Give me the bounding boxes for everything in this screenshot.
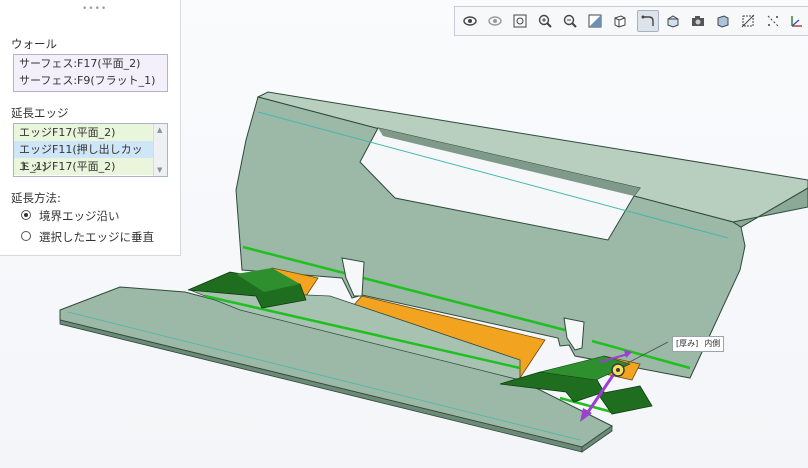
zoom-in-icon[interactable] <box>534 10 556 32</box>
box-view-icon[interactable] <box>609 10 631 32</box>
list-item[interactable]: エッジF17(平面_2) <box>14 158 153 175</box>
saved-views-icon[interactable] <box>662 10 684 32</box>
display-style-icon[interactable] <box>712 10 734 32</box>
method-option-label: 選択したエッジに垂直 <box>39 230 154 244</box>
method-option-label: 境界エッジ沿い <box>39 209 120 223</box>
sketch-icon[interactable] <box>637 10 659 32</box>
wall-list[interactable]: サーフェス:F17(平面_2) サーフェス:F9(フラット_1) <box>13 54 168 92</box>
axis-icon[interactable] <box>762 10 784 32</box>
side-label: 内側 <box>704 339 721 348</box>
view-hide-icon[interactable] <box>484 10 506 32</box>
view-eye-icon[interactable] <box>459 10 481 32</box>
panel-grip[interactable]: •••• <box>82 4 107 14</box>
property-panel: •••• ウォール サーフェス:F17(平面_2) サーフェス:F9(フラット_… <box>0 0 181 256</box>
zoom-fit-icon[interactable] <box>509 10 531 32</box>
scroll-up-icon[interactable]: ▲ <box>157 126 162 134</box>
thickness-callout[interactable]: [厚み] 内側 <box>672 336 725 352</box>
view-toolbar <box>454 6 808 36</box>
wall-label: ウォール <box>11 37 57 51</box>
edge-list-scrollbar[interactable]: ▲ ▼ <box>153 124 167 176</box>
csys-icon[interactable] <box>786 10 808 32</box>
list-item[interactable]: サーフェス:F17(平面_2) <box>14 55 167 72</box>
section-icon[interactable] <box>584 10 606 32</box>
edge-list[interactable]: エッジF17(平面_2) エッジF11(押し出しカット_1) エッジF17(平面… <box>13 123 168 177</box>
method-label: 延長方法: <box>11 191 61 205</box>
list-item[interactable]: エッジF17(平面_2) <box>14 124 153 141</box>
scroll-down-icon[interactable]: ▼ <box>157 166 162 174</box>
edge-label: 延長エッジ <box>11 106 69 120</box>
thickness-label: [厚み] <box>676 339 699 348</box>
list-item[interactable]: サーフェス:F9(フラット_1) <box>14 72 167 89</box>
zoom-out-icon[interactable] <box>559 10 581 32</box>
radio-unselected-icon[interactable] <box>21 231 31 241</box>
list-item[interactable]: エッジF11(押し出しカット_1) <box>14 141 153 173</box>
camera-icon[interactable] <box>687 10 709 32</box>
radio-selected-icon[interactable] <box>21 210 31 220</box>
datum-icon[interactable] <box>737 10 759 32</box>
